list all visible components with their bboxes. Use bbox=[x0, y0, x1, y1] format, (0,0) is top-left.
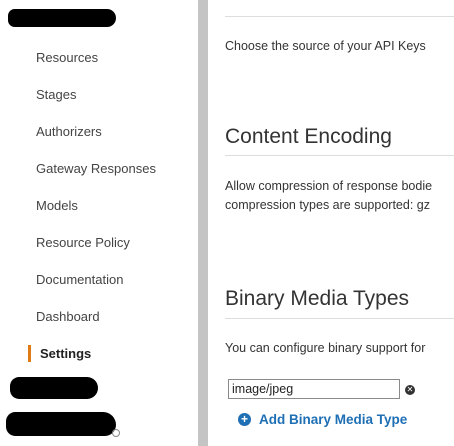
binary-media-type-input[interactable] bbox=[228, 379, 400, 399]
add-binary-media-type-button[interactable]: + Add Binary Media Type bbox=[238, 412, 407, 427]
sidebar-item-settings[interactable]: Settings bbox=[40, 346, 91, 362]
sidebar-item-resources[interactable]: Resources bbox=[36, 50, 98, 66]
sidebar-item-gateway-responses[interactable]: Gateway Responses bbox=[36, 161, 156, 177]
content-encoding-description-line-1: Allow compression of response bodie bbox=[225, 179, 433, 193]
sidebar-item-resource-policy[interactable]: Resource Policy bbox=[36, 235, 130, 251]
sidebar-item-expand-icon[interactable] bbox=[112, 429, 120, 437]
sidebar-item-models[interactable]: Models bbox=[36, 198, 78, 214]
section-divider bbox=[225, 155, 454, 156]
api-gateway-settings-page: Resources Stages Authorizers Gateway Res… bbox=[0, 0, 454, 446]
content-encoding-title: Content Encoding bbox=[225, 125, 392, 148]
sidebar-item-stages[interactable]: Stages bbox=[36, 87, 76, 103]
redacted-api-name-2 bbox=[10, 377, 98, 399]
sidebar-item-documentation[interactable]: Documentation bbox=[36, 272, 123, 288]
content-encoding-description-line-2: compression types are supported: gz bbox=[225, 198, 430, 212]
section-divider bbox=[225, 16, 454, 17]
binary-media-types-title: Binary Media Types bbox=[225, 287, 410, 310]
sidebar-item-dashboard[interactable]: Dashboard bbox=[36, 309, 100, 325]
redacted-api-name bbox=[8, 9, 116, 27]
sidebar: Resources Stages Authorizers Gateway Res… bbox=[0, 0, 198, 446]
active-indicator bbox=[28, 345, 31, 362]
sidebar-divider-scrollbar[interactable] bbox=[198, 0, 208, 446]
redacted-api-name-3 bbox=[6, 412, 116, 436]
add-binary-media-type-label: Add Binary Media Type bbox=[259, 412, 408, 427]
binary-media-types-description: You can configure binary support for bbox=[225, 341, 426, 355]
sidebar-item-authorizers[interactable]: Authorizers bbox=[36, 124, 102, 140]
section-divider bbox=[225, 318, 454, 319]
remove-binary-type-icon[interactable]: ✕ bbox=[405, 385, 415, 395]
plus-circle-icon: + bbox=[238, 413, 251, 426]
settings-content: Choose the source of your API Keys Conte… bbox=[208, 0, 454, 446]
api-key-source-description: Choose the source of your API Keys bbox=[225, 39, 426, 53]
